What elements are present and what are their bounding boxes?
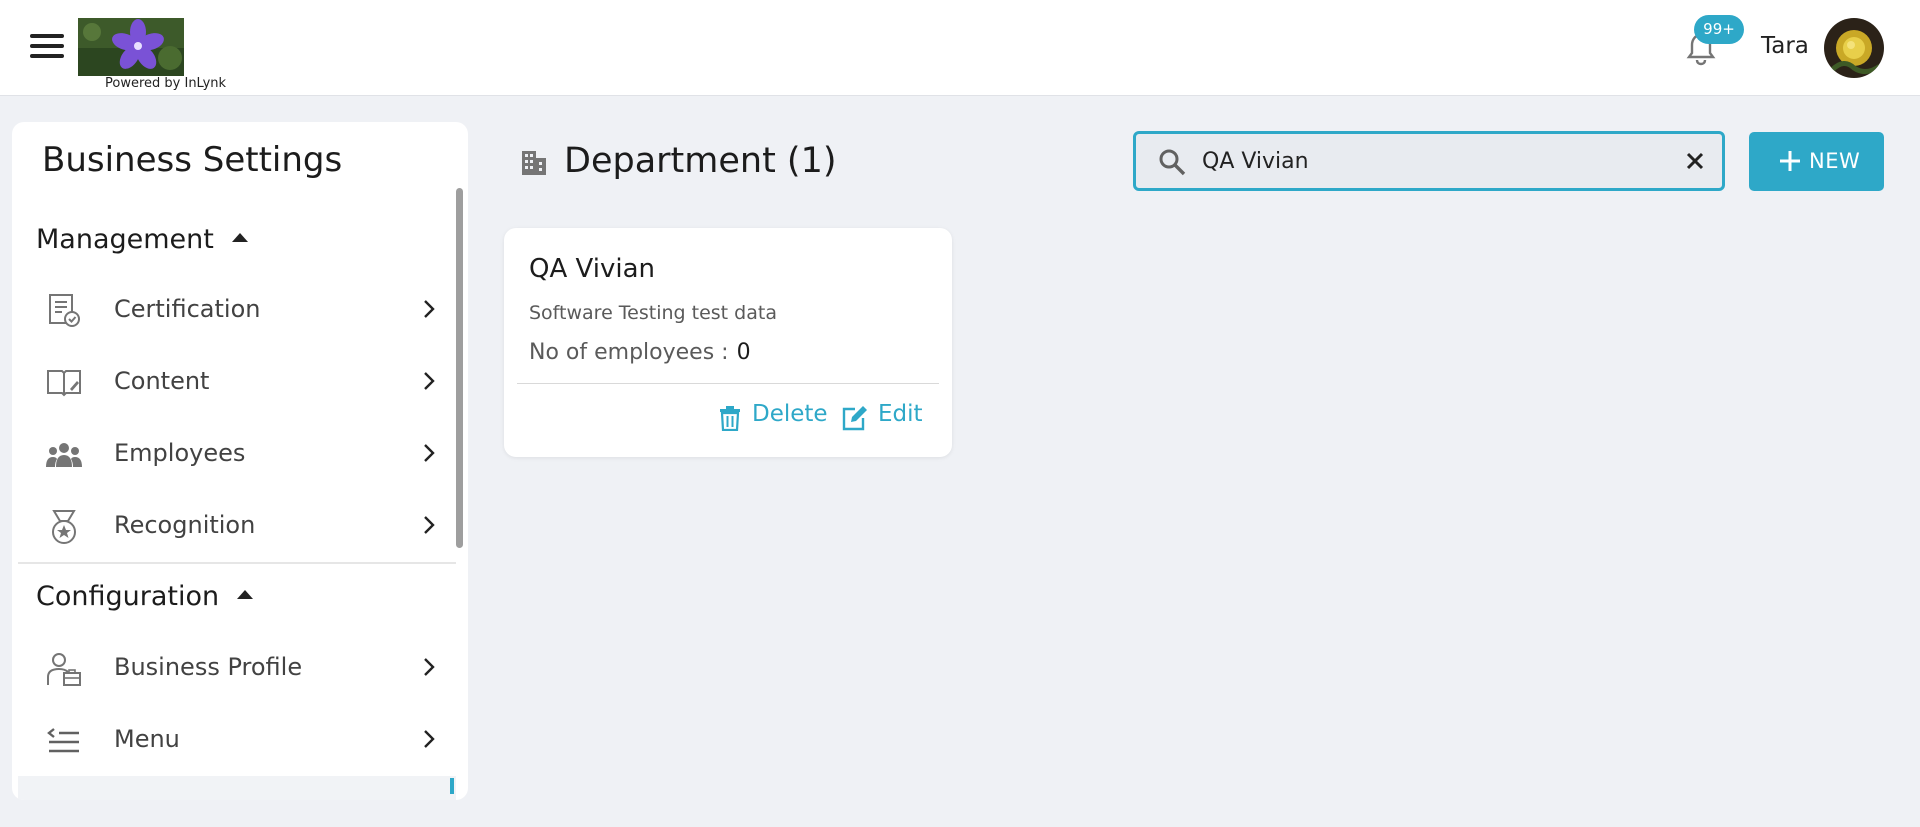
trash-icon [720, 406, 740, 431]
business-person-icon [47, 653, 81, 686]
sidebar-item-label: Employees [114, 439, 246, 467]
chevron-right-icon [424, 300, 435, 318]
top-header: Powered by InLynk 99+ Tara [0, 0, 1920, 96]
section-configuration-toggle[interactable]: Configuration [36, 581, 254, 612]
sidebar-next-item[interactable] [18, 776, 456, 800]
chevron-right-icon [424, 444, 435, 462]
edit-button[interactable]: Edit [841, 401, 923, 435]
plus-icon [1780, 151, 1800, 171]
hamburger-menu-icon[interactable] [30, 34, 64, 62]
sidebar-item-business-profile[interactable]: Business Profile [18, 639, 448, 699]
user-name[interactable]: Tara [1761, 33, 1809, 59]
caret-up-icon [231, 233, 248, 242]
user-avatar[interactable] [1824, 18, 1884, 78]
card-divider [517, 383, 939, 384]
medal-icon [52, 510, 76, 544]
settings-sidebar: Business Settings Management Certificati… [12, 122, 468, 800]
sidebar-item-label: Recognition [114, 511, 256, 539]
department-name: QA Vivian [529, 254, 655, 284]
chevron-right-icon [424, 516, 435, 534]
section-management-toggle[interactable]: Management [36, 224, 248, 255]
sidebar-item-label: Business Profile [114, 653, 303, 681]
new-button-label: NEW [1809, 149, 1861, 173]
edit-label: Edit [878, 401, 923, 427]
chevron-right-icon [424, 658, 435, 676]
search-icon [1159, 149, 1186, 176]
chevron-right-icon [424, 730, 435, 748]
sidebar-item-label: Content [114, 367, 210, 395]
sidebar-item-menu[interactable]: Menu [18, 711, 448, 771]
sidebar-item-label: Certification [114, 295, 261, 323]
certificate-icon [49, 294, 80, 327]
section-label: Configuration [36, 581, 220, 612]
chevron-right-icon [424, 372, 435, 390]
sidebar-item-certification[interactable]: Certification [18, 281, 448, 341]
caret-up-icon [237, 590, 254, 599]
building-icon [522, 151, 546, 175]
active-indicator [450, 778, 454, 794]
powered-by-text: Powered by InLynk [105, 76, 227, 91]
section-label: Management [36, 224, 214, 255]
department-card: QA Vivian Software Testing test data No … [504, 228, 952, 457]
search-input[interactable] [1202, 144, 1652, 178]
sidebar-scrollbar[interactable] [456, 188, 463, 548]
group-icon [46, 443, 82, 467]
section-divider [18, 562, 456, 564]
close-icon[interactable] [1684, 150, 1706, 172]
sidebar-title: Business Settings [42, 140, 343, 180]
book-edit-icon [47, 370, 81, 397]
employee-count-row: No of employees : 0 [529, 340, 751, 365]
delete-button[interactable]: Delete [718, 401, 828, 435]
delete-label: Delete [752, 401, 828, 427]
company-logo[interactable] [78, 18, 184, 76]
employee-count-label: No of employees : [529, 340, 729, 365]
menu-list-icon [47, 728, 79, 753]
employee-count-value: 0 [736, 340, 751, 365]
sidebar-item-recognition[interactable]: Recognition [18, 497, 448, 557]
department-description: Software Testing test data [529, 302, 777, 324]
sidebar-item-employees[interactable]: Employees [18, 425, 448, 485]
sidebar-item-label: Menu [114, 725, 180, 753]
sidebar-item-content[interactable]: Content [18, 353, 448, 413]
notification-count-badge[interactable]: 99+ [1694, 15, 1744, 44]
page-title: Department (1) [564, 141, 837, 181]
search-box [1133, 131, 1725, 191]
edit-icon [842, 406, 867, 431]
new-department-button[interactable]: NEW [1749, 132, 1884, 191]
